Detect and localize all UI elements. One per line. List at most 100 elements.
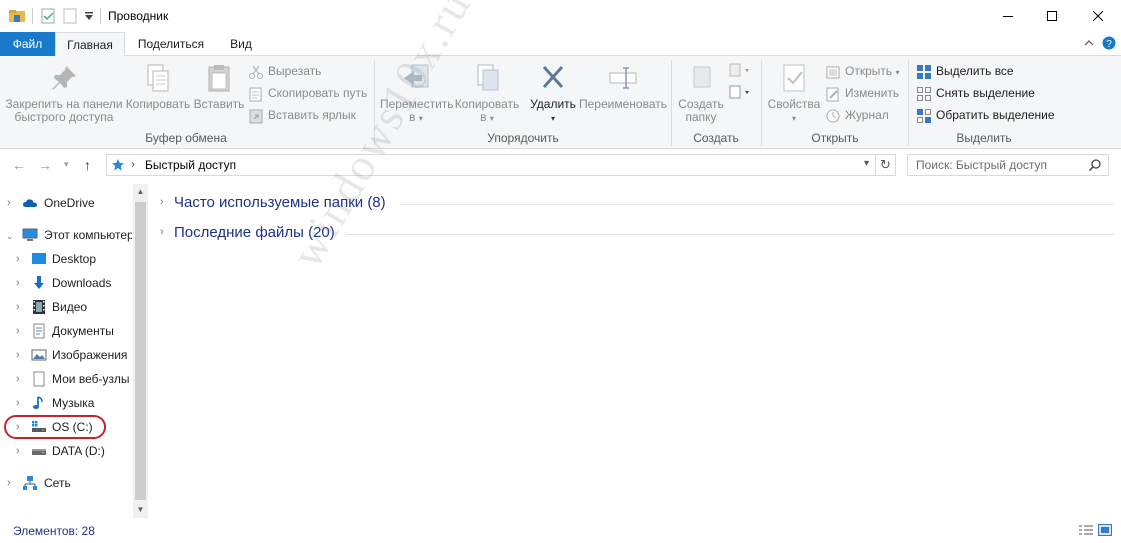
- search-placeholder: Поиск: Быстрый доступ: [916, 158, 1048, 172]
- chevron-down-icon: ▾: [550, 114, 555, 123]
- history-button[interactable]: Журнал: [825, 105, 889, 125]
- details-view-icon[interactable]: [1078, 525, 1094, 540]
- paste-icon: [203, 62, 235, 94]
- forward-arrow-icon[interactable]: →: [38, 157, 52, 173]
- refresh-icon[interactable]: ↻: [876, 154, 896, 176]
- group-label-create: Создать: [693, 131, 739, 145]
- expand-chevron-icon[interactable]: ›: [16, 248, 20, 270]
- invert-selection-button[interactable]: Обратить выделение: [916, 105, 1055, 125]
- open-button[interactable]: Открыть ▾: [825, 61, 900, 81]
- copy-to-button[interactable]: Копировать в ▾: [454, 62, 520, 125]
- download-arrow-icon: [31, 275, 47, 291]
- delete-button[interactable]: Удалить ▾: [526, 62, 580, 125]
- copy-path-button[interactable]: Скопировать путь: [248, 83, 367, 103]
- large-icons-view-icon[interactable]: [1097, 524, 1113, 540]
- folder-icon[interactable]: [8, 7, 26, 25]
- expand-chevron-icon[interactable]: ›: [16, 344, 20, 366]
- tab-share[interactable]: Поделиться: [128, 32, 214, 56]
- customize-quick-access-icon[interactable]: [84, 10, 94, 28]
- nav-item-documents[interactable]: › Документы: [0, 320, 132, 342]
- nav-scrollbar[interactable]: ▲ ▼: [133, 184, 148, 518]
- select-none-button[interactable]: Снять выделение: [916, 83, 1035, 103]
- group-label-organize: Упорядочить: [487, 131, 559, 145]
- collapse-ribbon-icon[interactable]: [1084, 37, 1094, 51]
- nav-item-pictures[interactable]: › Изображения: [0, 344, 132, 366]
- expand-chevron-icon[interactable]: ›: [7, 472, 11, 494]
- delete-label: Удалить: [530, 97, 576, 111]
- divider: [400, 204, 1114, 205]
- pin-to-quick-access-button[interactable]: Закрепить на панели быстрого доступа: [4, 62, 124, 124]
- paste-shortcut-button[interactable]: Вставить ярлык: [248, 105, 356, 125]
- scroll-up-arrow-icon[interactable]: ▲: [133, 184, 148, 200]
- nav-item-onedrive[interactable]: › OneDrive: [0, 192, 132, 214]
- nav-item-data-d[interactable]: › DATA (D:): [0, 440, 132, 462]
- scissors-icon: [248, 64, 264, 80]
- copy-path-icon: [248, 86, 264, 102]
- nav-item-desktop[interactable]: › Desktop: [0, 248, 132, 270]
- tab-view[interactable]: Вид: [218, 32, 264, 56]
- picture-icon: [31, 347, 47, 363]
- nav-item-video[interactable]: › Видео: [0, 296, 132, 318]
- group-label-select: Выделить: [956, 131, 1012, 145]
- group-create: Создать папку Создать: [673, 56, 759, 149]
- nav-item-network[interactable]: › Сеть: [0, 472, 132, 494]
- invert-selection-icon: [916, 108, 932, 124]
- scrollbar-thumb[interactable]: [135, 202, 146, 500]
- breadcrumb-separator-icon[interactable]: ›: [131, 157, 135, 171]
- minimize-button[interactable]: [985, 0, 1031, 32]
- copy-button[interactable]: Копировать: [125, 62, 191, 111]
- nav-label: Desktop: [52, 252, 97, 266]
- film-icon: [31, 299, 47, 315]
- expand-chevron-icon[interactable]: ›: [160, 226, 164, 238]
- nav-item-music[interactable]: › Музыка: [0, 392, 132, 414]
- nav-label: Изображения: [52, 348, 128, 362]
- address-history-chevron-icon[interactable]: ▾: [864, 158, 869, 169]
- nav-item-downloads[interactable]: › Downloads: [0, 272, 132, 294]
- edit-button[interactable]: Изменить: [825, 83, 899, 103]
- properties-button[interactable]: Свойства ▾: [765, 62, 823, 125]
- nav-label: Документы: [52, 324, 114, 338]
- copy-path-label: Скопировать путь: [268, 86, 368, 100]
- nav-item-web-nodes[interactable]: › Мои веб-узлы: [0, 368, 132, 390]
- breadcrumb-quick-access[interactable]: Быстрый доступ: [145, 158, 236, 172]
- easy-access-icon[interactable]: [729, 84, 753, 105]
- up-arrow-icon[interactable]: ↑: [84, 157, 91, 173]
- tab-home[interactable]: Главная: [55, 32, 125, 57]
- new-folder-quick-icon[interactable]: [62, 7, 78, 25]
- expand-chevron-icon[interactable]: ›: [16, 272, 20, 294]
- rename-icon: [607, 62, 639, 94]
- tab-file[interactable]: Файл: [0, 32, 55, 56]
- expand-chevron-icon[interactable]: ›: [7, 192, 11, 214]
- search-input[interactable]: Поиск: Быстрый доступ: [907, 154, 1109, 176]
- expand-chevron-icon[interactable]: ›: [16, 320, 20, 342]
- new-folder-label-line1: Создать: [678, 97, 724, 111]
- address-bar[interactable]: › Быстрый доступ ▾: [106, 154, 876, 176]
- properties-quick-icon[interactable]: [40, 7, 56, 25]
- group-clipboard: Закрепить на панели быстрого доступа Коп…: [0, 56, 372, 149]
- nav-item-this-pc[interactable]: ⌄ Этот компьютер: [0, 224, 132, 246]
- expand-chevron-icon[interactable]: ›: [16, 392, 20, 414]
- new-item-icon[interactable]: [729, 62, 753, 83]
- close-button[interactable]: [1075, 0, 1121, 32]
- group-separator: [761, 60, 762, 146]
- help-icon[interactable]: ?: [1102, 36, 1116, 53]
- collapse-chevron-icon[interactable]: ⌄: [6, 225, 14, 246]
- computer-icon: [22, 227, 38, 243]
- back-arrow-icon[interactable]: ←: [12, 157, 26, 173]
- cut-button[interactable]: Вырезать: [248, 61, 321, 81]
- maximize-button[interactable]: [1029, 0, 1075, 32]
- group-label-open: Открыть: [811, 131, 859, 145]
- scroll-down-arrow-icon[interactable]: ▼: [133, 502, 148, 518]
- expand-chevron-icon[interactable]: ›: [16, 296, 20, 318]
- copy-label: Копировать: [125, 97, 191, 111]
- recent-locations-chevron-icon[interactable]: ▾: [64, 159, 69, 170]
- rename-button[interactable]: Переименовать: [578, 62, 668, 111]
- expand-chevron-icon[interactable]: ›: [16, 440, 20, 462]
- new-folder-button[interactable]: Создать папку: [675, 62, 727, 124]
- expand-chevron-icon[interactable]: ›: [160, 196, 164, 208]
- expand-chevron-icon[interactable]: ›: [16, 368, 20, 390]
- paste-button[interactable]: Вставить: [193, 62, 245, 111]
- select-all-button[interactable]: Выделить все: [916, 61, 1014, 81]
- pin-label-line2: быстрого доступа: [14, 110, 114, 124]
- delete-x-icon: [537, 62, 569, 94]
